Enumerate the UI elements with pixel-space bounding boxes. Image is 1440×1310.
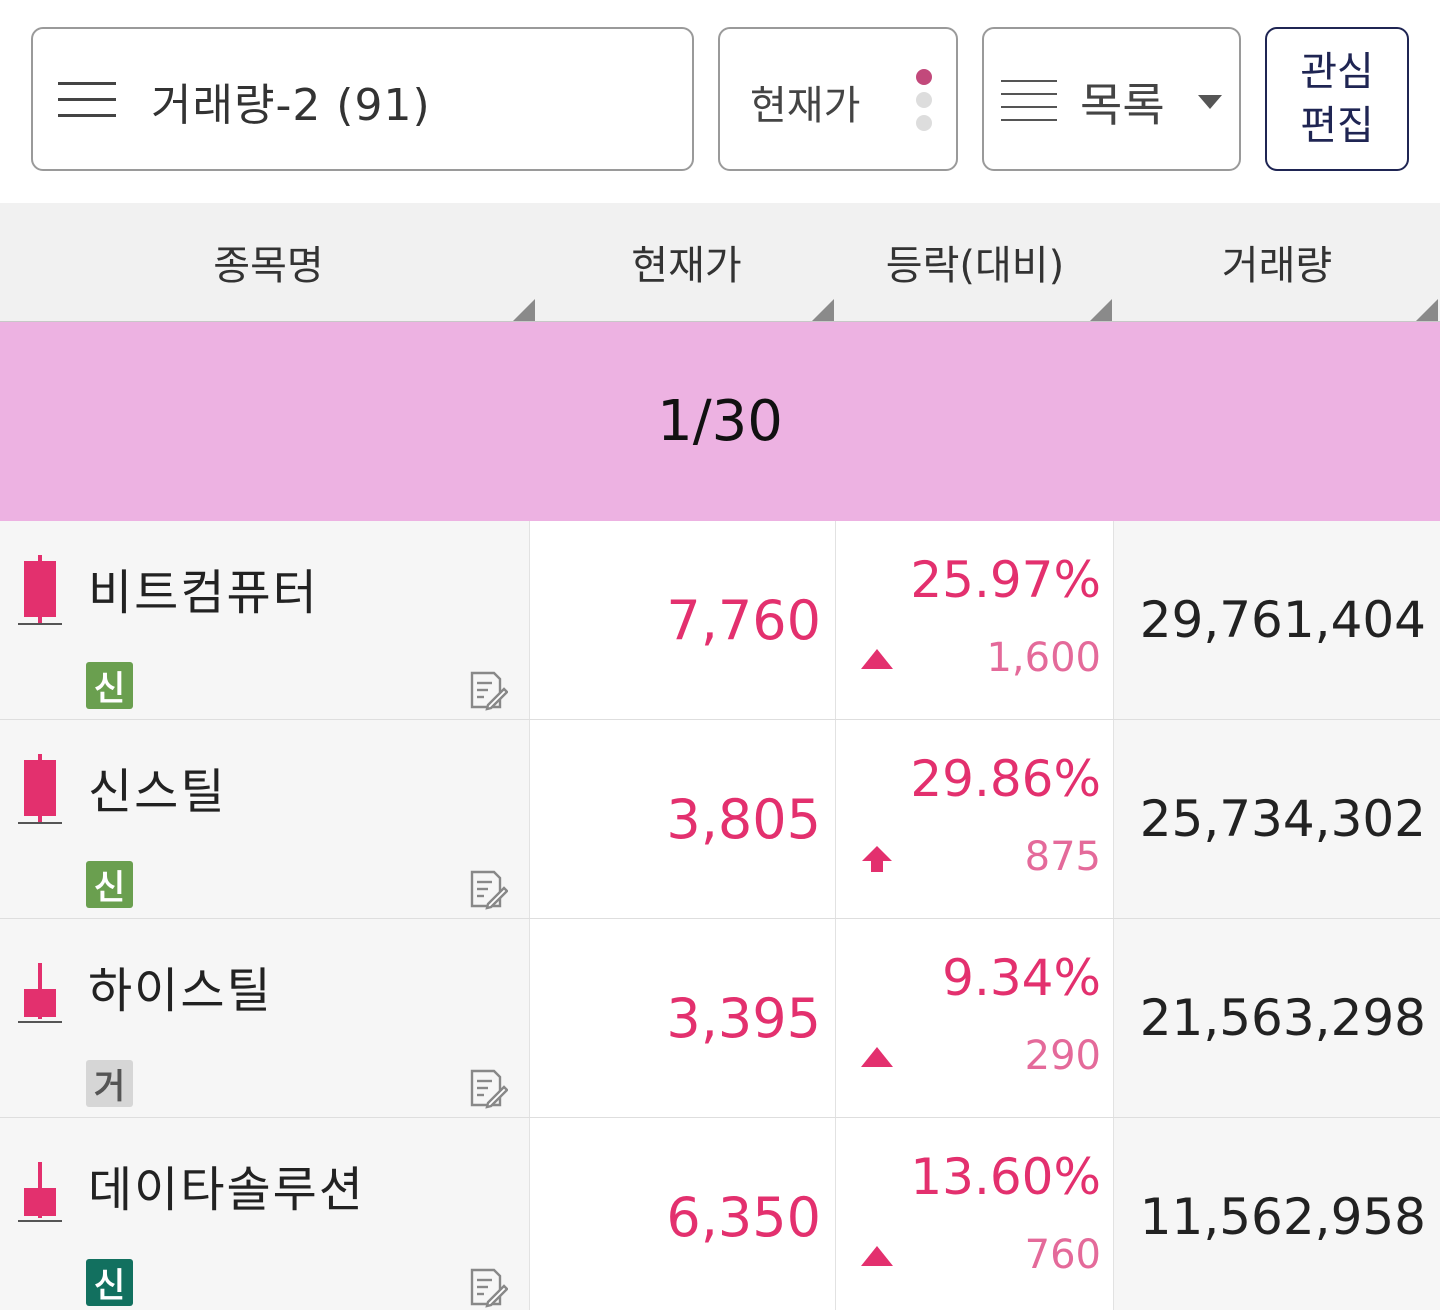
column-volume-label: 거래량	[1221, 243, 1333, 289]
sort-corner-icon	[1416, 299, 1438, 321]
name-cell: 하이스틸 거	[0, 919, 530, 1117]
memo-icon[interactable]	[466, 669, 508, 711]
limit-up-arrow-icon	[862, 846, 892, 872]
name-cell: 비트컴퓨터 신	[0, 521, 530, 719]
memo-icon[interactable]	[466, 1067, 508, 1109]
change-cell: 25.97% 1,600	[836, 521, 1114, 719]
volume-cell: 25,734,302	[1114, 720, 1440, 918]
edit-label-line1: 관심	[1300, 49, 1374, 95]
name-cell: 신스틸 신	[0, 720, 530, 918]
volume-cell: 21,563,298	[1114, 919, 1440, 1117]
view-mode-label: 목록	[1080, 78, 1165, 132]
table-row[interactable]: 데이타솔루션 신 6,350 13.60% 760 11,562,958	[0, 1118, 1440, 1310]
column-price-label: 현재가	[631, 243, 742, 289]
stock-name: 하이스틸	[88, 963, 273, 1019]
up-arrow-icon	[861, 1047, 893, 1067]
memo-icon[interactable]	[466, 1266, 508, 1308]
current-price: 3,395	[666, 987, 821, 1050]
change-amount: 875	[1024, 834, 1101, 880]
change-percent: 29.86%	[910, 750, 1101, 808]
candle-icon	[18, 1152, 62, 1222]
change-percent: 25.97%	[910, 551, 1101, 609]
price-cell: 3,805	[530, 720, 836, 918]
stock-name: 데이타솔루션	[88, 1162, 365, 1218]
trade-volume: 25,734,302	[1139, 790, 1426, 848]
change-amount: 1,600	[986, 635, 1101, 681]
change-amount: 760	[1024, 1232, 1101, 1278]
candle-icon	[18, 953, 62, 1023]
current-price: 3,805	[666, 788, 821, 851]
change-cell: 13.60% 760	[836, 1118, 1114, 1310]
change-percent: 13.60%	[910, 1148, 1101, 1206]
market-badge: 신	[86, 662, 133, 709]
watchlist-edit-button[interactable]: 관심 편집	[1265, 27, 1409, 171]
volume-cell: 29,761,404	[1114, 521, 1440, 719]
table-header: 종목명 현재가 등락(대비) 거래량	[0, 203, 1440, 322]
market-badge: 신	[86, 861, 133, 908]
volume-cell: 11,562,958	[1114, 1118, 1440, 1310]
filter-select[interactable]: 거래량-2 (91)	[31, 27, 694, 171]
stock-name: 비트컴퓨터	[88, 565, 319, 621]
candle-icon	[18, 754, 62, 824]
change-cell: 29.86% 875	[836, 720, 1114, 918]
candle-icon	[18, 555, 62, 625]
change-cell: 9.34% 290	[836, 919, 1114, 1117]
current-price: 6,350	[666, 1186, 821, 1249]
list-icon	[1001, 80, 1057, 121]
column-change-label: 등락(대비)	[885, 243, 1065, 289]
table-row[interactable]: 하이스틸 거 3,395 9.34% 290 21,563,298	[0, 919, 1440, 1118]
market-badge: 신	[86, 1259, 133, 1306]
memo-icon[interactable]	[466, 868, 508, 910]
price-cell: 7,760	[530, 521, 836, 719]
table-row[interactable]: 비트컴퓨터 신 7,760 25.97% 1,600 29,761,404	[0, 521, 1440, 720]
toolbar: 거래량-2 (91) 현재가 목록 관심 편집	[0, 0, 1440, 203]
table-row[interactable]: 신스틸 신 3,805 29.86% 875 25,734,302	[0, 720, 1440, 919]
trade-volume: 21,563,298	[1139, 989, 1426, 1047]
sort-corner-icon	[1090, 299, 1112, 321]
column-header-volume[interactable]: 거래량	[1114, 203, 1440, 321]
up-arrow-icon	[861, 1246, 893, 1266]
name-cell: 데이타솔루션 신	[0, 1118, 530, 1310]
change-percent: 9.34%	[942, 949, 1101, 1007]
sort-corner-icon	[812, 299, 834, 321]
price-cell: 3,395	[530, 919, 836, 1117]
sort-corner-icon	[513, 299, 535, 321]
change-amount: 290	[1024, 1033, 1101, 1079]
column-header-change[interactable]: 등락(대비)	[836, 203, 1114, 321]
view-mode-dropdown[interactable]: 목록	[982, 27, 1241, 171]
price-mode-label: 현재가	[750, 83, 861, 129]
edit-label-line2: 편집	[1300, 103, 1374, 149]
filter-label: 거래량-2 (91)	[151, 80, 431, 131]
page-dots-icon	[916, 69, 934, 133]
chevron-down-icon	[1198, 95, 1222, 109]
trade-volume: 11,562,958	[1139, 1188, 1426, 1246]
page-indicator: 1/30	[657, 389, 783, 454]
up-arrow-icon	[861, 649, 893, 669]
hamburger-icon	[58, 82, 116, 118]
market-badge: 거	[86, 1060, 133, 1107]
trade-volume: 29,761,404	[1139, 591, 1426, 649]
column-header-price[interactable]: 현재가	[537, 203, 836, 321]
stock-name: 신스틸	[88, 764, 227, 820]
price-cell: 6,350	[530, 1118, 836, 1310]
column-header-name[interactable]: 종목명	[0, 203, 537, 321]
price-mode-toggle[interactable]: 현재가	[718, 27, 958, 171]
current-price: 7,760	[666, 589, 821, 652]
page-indicator-banner: 1/30	[0, 322, 1440, 521]
column-name-label: 종목명	[213, 243, 324, 289]
